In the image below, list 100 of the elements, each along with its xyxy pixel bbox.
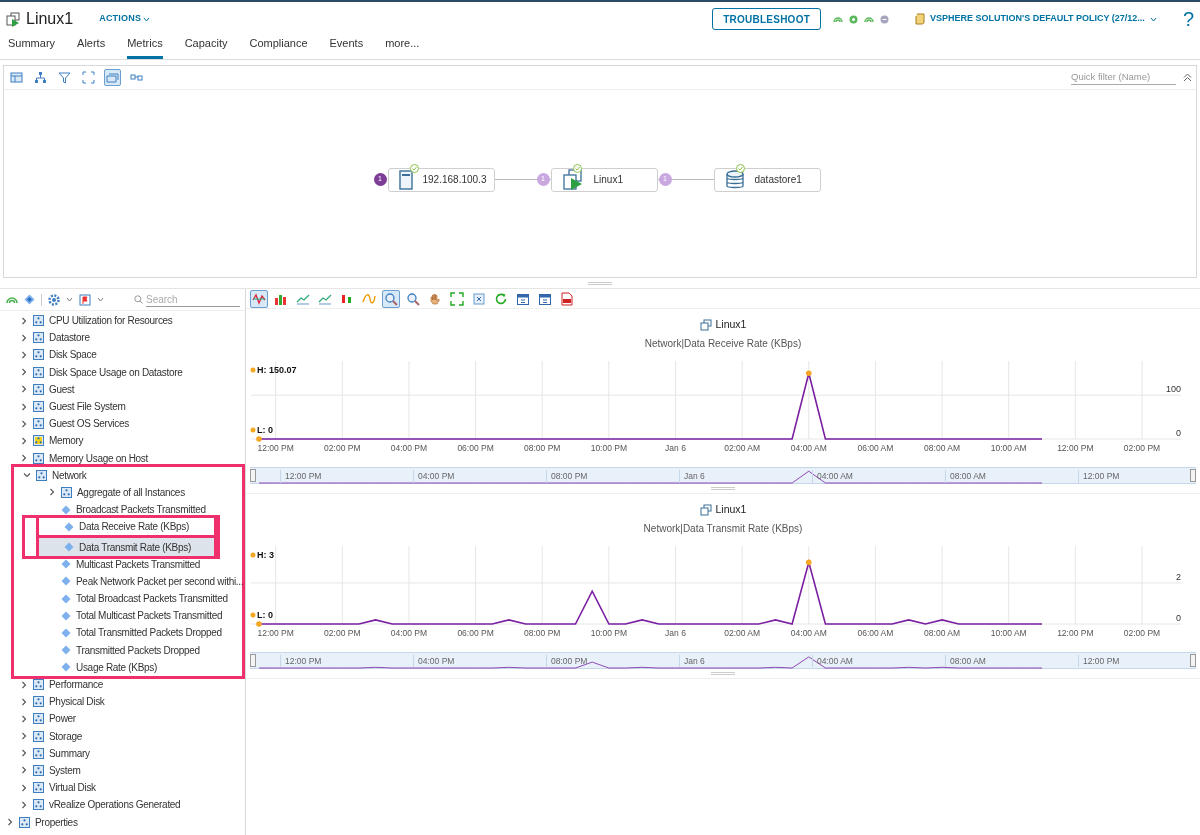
close-icon[interactable] [472,291,486,306]
tree-item[interactable]: Usage Rate (KBps) [14,658,242,676]
actions-menu[interactable]: ACTIONS [99,12,151,26]
chevron-right-icon[interactable] [20,368,28,377]
link-icon[interactable] [130,71,143,84]
chevron-right-icon[interactable] [20,402,28,411]
navigator-handle-icon[interactable] [1190,468,1196,482]
topology-node[interactable]: Linux1 [550,167,658,192]
tree-item[interactable]: Aggregate of all Instances [14,483,242,502]
tab[interactable]: Metrics [127,35,163,59]
gear-icon[interactable] [48,293,60,306]
collapse-icon[interactable] [1183,73,1192,82]
search-field[interactable]: Search [146,292,240,307]
expand-icon[interactable] [450,291,464,306]
tab[interactable]: Alerts [77,35,106,59]
check-circle-icon [572,163,582,173]
splitter-handle[interactable] [711,671,735,675]
tree-item[interactable]: Virtual Disk [0,779,245,797]
chevron-right-icon[interactable] [20,714,28,723]
tree-item[interactable]: Disk Space Usage on Datastore [0,363,245,381]
hand-icon[interactable] [428,291,442,306]
tree-item[interactable]: Data Transmit Rate (KBps) [39,538,214,556]
time-navigator[interactable]: 12:00 PM 04:00 PM 08:00 PM Jan 6 04:00 AM 08:00 AM 12:00 PM [250,466,1196,484]
calendar-icon[interactable] [538,291,552,306]
tree-item[interactable]: System [0,761,245,780]
policy-menu[interactable]: VSPHERE SOLUTION'S DEFAULT POLICY (27/12... [915,12,1157,26]
splitter-handle[interactable] [588,281,612,285]
chevron-right-icon[interactable] [20,316,28,325]
chevron-right-icon[interactable] [20,783,28,792]
layers-icon[interactable] [106,71,119,84]
chevron-right-icon[interactable] [20,419,28,428]
tree-item[interactable]: Guest File System [0,397,245,416]
chevron-right-icon[interactable] [20,766,28,775]
chevron-right-icon[interactable] [20,680,28,689]
topology-node[interactable]: 192.168.100.3 [387,167,495,192]
hierarchy-icon[interactable] [34,71,47,84]
tree-item[interactable]: CPU Utilization for Resources [0,312,245,330]
grid-icon[interactable] [10,71,23,84]
caret-icon[interactable] [66,297,73,302]
tree-item[interactable]: Guest OS Services [0,415,245,433]
zoom-icon[interactable] [384,291,398,306]
refresh-icon[interactable] [494,291,508,306]
splitter-handle[interactable] [711,486,735,490]
curve-icon[interactable] [362,291,376,306]
time-navigator[interactable]: 12:00 PM 04:00 PM 08:00 PM Jan 6 04:00 AM 08:00 AM 12:00 PM [250,651,1196,669]
filter-icon[interactable] [58,71,71,84]
calendar-icon[interactable] [516,291,530,306]
chevron-right-icon[interactable] [20,333,28,342]
chevron-right-icon[interactable] [20,800,28,809]
tab[interactable]: Events [329,35,364,59]
tree-item[interactable]: Summary [0,744,245,762]
chevron-right-icon[interactable] [20,350,28,359]
tree-item[interactable]: Total Transmitted Packets Dropped [14,624,242,642]
tree-item[interactable]: Multicast Packets Transmitted [14,555,242,573]
tree-item[interactable]: vRealize Operations Generated [0,796,245,814]
signal-icon[interactable] [6,295,18,304]
tree-item[interactable]: Total Multicast Packets Transmitted [14,607,242,625]
tree-item[interactable]: Power [0,710,245,728]
troubleshoot-button[interactable]: TROUBLESHOOT [712,8,821,30]
zoom-icon[interactable] [406,291,420,306]
tree-item[interactable]: Total Broadcast Packets Transmitted [14,590,242,608]
navigator-label: 12:00 PM [1078,654,1120,668]
tab[interactable]: more... [385,35,420,59]
tree-item[interactable]: Performance [0,675,245,694]
chevron-right-icon[interactable] [20,732,28,741]
tree-item[interactable]: Physical Disk [0,693,245,711]
tab[interactable]: Summary [8,35,56,59]
pdf-icon[interactable] [560,291,574,306]
chevron-right-icon[interactable] [20,697,28,706]
quick-filter-field[interactable]: Quick filter (Name) [1071,69,1176,86]
navigator-handle-icon[interactable] [250,653,256,667]
x-tick-label: 04:00 PM [390,627,428,638]
tree-item[interactable]: Guest [0,380,245,398]
tree-item[interactable]: Datastore [0,329,245,347]
tab[interactable]: Capacity [184,35,228,59]
chevron-right-icon[interactable] [20,749,28,758]
chevron-right-icon[interactable] [20,385,28,394]
tree-item[interactable]: Memory Usage on Host [0,449,245,467]
tab[interactable]: Compliance [249,35,308,59]
chevron-right-icon[interactable] [48,488,56,497]
chevron-right-icon[interactable] [20,454,28,463]
chevron-down-icon[interactable] [23,471,31,480]
chevron-right-icon[interactable] [6,818,14,827]
tree-item[interactable]: Broadcast Packets Transmitted [14,501,242,519]
flag-icon[interactable] [79,293,91,306]
tree-item[interactable]: Properties [0,813,245,831]
help-button[interactable]: ? [1182,9,1194,29]
topology-node[interactable]: datastore1 [713,167,821,192]
tree-item[interactable]: Network [14,466,242,484]
expand-icon[interactable] [82,71,95,84]
tree-item[interactable]: Storage [0,727,245,745]
tree-item[interactable]: Data Receive Rate (KBps) [39,518,214,536]
tree-item[interactable]: Memory [0,432,245,450]
navigator-handle-icon[interactable] [1190,653,1196,667]
diamond-icon[interactable] [24,294,35,305]
chevron-right-icon[interactable] [20,436,28,445]
tree-item[interactable]: Disk Space [0,346,245,364]
navigator-handle-icon[interactable] [250,468,256,482]
caret-icon[interactable] [97,297,104,302]
tree-item[interactable]: Transmitted Packets Dropped [14,641,242,659]
